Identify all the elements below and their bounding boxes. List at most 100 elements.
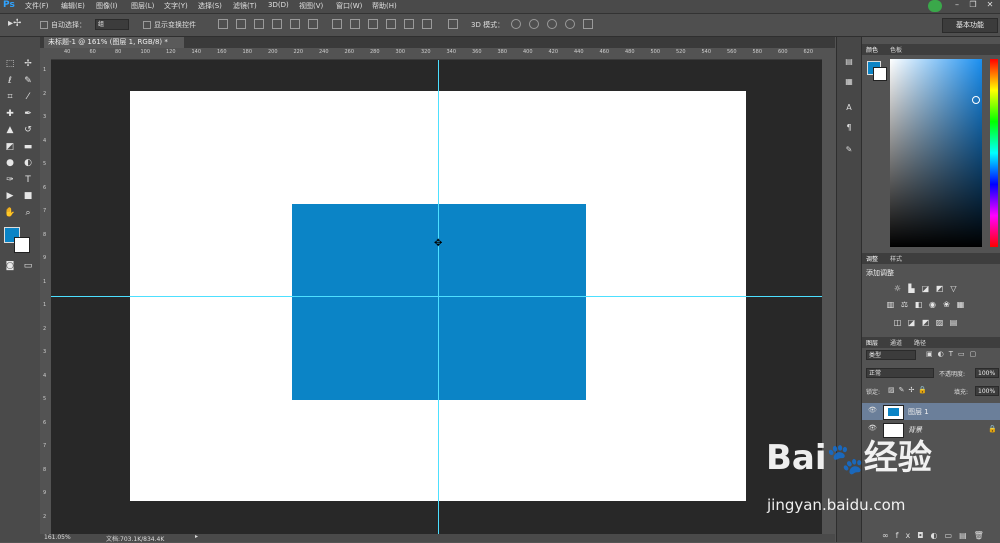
3d-rotate-icon[interactable]	[511, 19, 521, 29]
user-badge-icon[interactable]	[928, 0, 942, 12]
blue-rectangle-layer[interactable]	[292, 204, 586, 400]
character-panel-icon[interactable]: A	[841, 103, 857, 117]
distribute-vcenter-icon[interactable]	[350, 19, 360, 29]
black-white-icon[interactable]: ◧	[914, 300, 923, 309]
menu-edit[interactable]: 编辑(E)	[61, 1, 85, 11]
align-bottom-icon[interactable]	[254, 19, 264, 29]
align-right-icon[interactable]	[308, 19, 318, 29]
curves-icon[interactable]: ◪	[921, 284, 930, 293]
healing-tool-icon[interactable]: ✚	[3, 107, 17, 121]
distribute-bottom-icon[interactable]	[368, 19, 378, 29]
align-top-icon[interactable]	[218, 19, 228, 29]
color-picker-handle-icon[interactable]	[972, 96, 980, 104]
align-hcenter-icon[interactable]	[290, 19, 300, 29]
posterize-icon[interactable]: ◪	[907, 318, 916, 327]
visibility-eye-icon[interactable]: 👁	[868, 406, 877, 414]
invert-icon[interactable]: ◫	[893, 318, 902, 327]
dodge-tool-icon[interactable]: ◐	[21, 156, 35, 170]
paragraph-panel-icon[interactable]: ¶	[841, 123, 857, 137]
panel-background-swatch[interactable]	[873, 67, 887, 81]
hue-saturation-icon[interactable]: ▥	[886, 300, 895, 309]
distribute-right-icon[interactable]	[422, 19, 432, 29]
canvas-area[interactable]: ✥	[51, 60, 822, 534]
distribute-top-icon[interactable]	[332, 19, 342, 29]
menu-layer[interactable]: 图层(L)	[131, 1, 154, 11]
blur-tool-icon[interactable]: ●	[3, 156, 17, 170]
menu-filter[interactable]: 滤镜(T)	[233, 1, 257, 11]
color-lookup-icon[interactable]: ▦	[956, 300, 965, 309]
align-vcenter-icon[interactable]	[236, 19, 246, 29]
3d-slide-icon[interactable]	[565, 19, 575, 29]
tab-channels[interactable]: 通道	[890, 338, 902, 347]
history-brush-tool-icon[interactable]: ↺	[21, 123, 35, 137]
layers-footer-icons[interactable]: ∞fx◘◐▭▤🗑	[882, 531, 991, 540]
background-color-swatch[interactable]	[14, 237, 30, 253]
status-arrow-icon[interactable]: ▸	[195, 533, 198, 540]
lasso-tool-icon[interactable]: ℓ	[3, 74, 17, 88]
hand-tool-icon[interactable]: ✋	[3, 206, 17, 220]
vertical-guide[interactable]	[438, 60, 439, 534]
layer-filter-icons[interactable]: ▣◐T▭▢	[926, 350, 981, 358]
selective-color-icon[interactable]: ▤	[949, 318, 958, 327]
layer-name[interactable]: 图层 1	[908, 407, 929, 417]
tab-styles[interactable]: 样式	[890, 254, 902, 263]
marquee-tool-icon[interactable]: ⬚	[3, 57, 17, 71]
path-select-tool-icon[interactable]: ▶	[3, 189, 17, 203]
menu-select[interactable]: 选择(S)	[198, 1, 222, 11]
threshold-icon[interactable]: ◩	[921, 318, 930, 327]
menu-view[interactable]: 视图(V)	[299, 1, 323, 11]
tab-adjustments[interactable]: 调整	[866, 254, 878, 263]
quick-select-tool-icon[interactable]: ✎	[21, 74, 35, 88]
menu-file[interactable]: 文件(F)	[25, 1, 49, 11]
layer-kind-filter[interactable]: 类型	[866, 350, 916, 360]
zoom-level[interactable]: 161.05%	[44, 534, 71, 541]
opacity-input[interactable]: 100%	[975, 368, 999, 378]
fill-input[interactable]: 100%	[975, 386, 999, 396]
screen-mode-icon[interactable]: ▭	[21, 259, 35, 273]
align-left-icon[interactable]	[272, 19, 282, 29]
menu-type[interactable]: 文字(Y)	[164, 1, 188, 11]
workspace-button[interactable]: 基本功能	[942, 18, 998, 33]
3d-pan-icon[interactable]	[547, 19, 557, 29]
vibrance-icon[interactable]: ▽	[949, 284, 958, 293]
crop-tool-icon[interactable]: ⌗	[3, 90, 17, 104]
brush-tool-icon[interactable]: ✒	[21, 107, 35, 121]
brightness-icon[interactable]: ☼	[893, 284, 902, 293]
lock-icons[interactable]: ▨✎✢🔒	[888, 386, 931, 394]
shape-tool-icon[interactable]: ■	[21, 189, 35, 203]
blend-mode-dropdown[interactable]: 正常	[866, 368, 934, 378]
type-tool-icon[interactable]: T	[21, 173, 35, 187]
layer-row-layer1[interactable]: 👁 图层 1	[862, 403, 1000, 420]
menu-3d[interactable]: 3D(D)	[268, 1, 289, 9]
move-tool-icon[interactable]: ✢	[21, 57, 35, 71]
3d-roll-icon[interactable]	[529, 19, 539, 29]
menu-image[interactable]: 图像(I)	[96, 1, 118, 11]
tab-swatches[interactable]: 色板	[890, 45, 902, 54]
hue-slider[interactable]	[990, 59, 998, 247]
quick-mask-icon[interactable]: ◙	[3, 259, 17, 273]
show-transform-checkbox[interactable]	[143, 21, 151, 29]
menu-help[interactable]: 帮助(H)	[372, 1, 397, 11]
menu-window[interactable]: 窗口(W)	[336, 1, 362, 11]
document-tab[interactable]: 未标题-1 @ 161% (图层 1, RGB/8) *	[44, 37, 184, 48]
distribute-hcenter-icon[interactable]	[404, 19, 414, 29]
close-icon[interactable]: ✕	[983, 0, 997, 10]
eraser-tool-icon[interactable]: ◩	[3, 140, 17, 154]
auto-select-checkbox[interactable]	[40, 21, 48, 29]
horizontal-guide[interactable]	[51, 296, 822, 297]
restore-icon[interactable]: ❐	[966, 0, 980, 10]
channel-mixer-icon[interactable]: ❀	[942, 300, 951, 309]
stamp-tool-icon[interactable]: ▲	[3, 123, 17, 137]
brush-panel-icon[interactable]: ✎	[841, 145, 857, 159]
auto-select-dropdown[interactable]: 组	[95, 19, 129, 30]
eyedropper-tool-icon[interactable]: ⁄	[21, 90, 35, 104]
color-field[interactable]	[890, 59, 982, 247]
zoom-tool-icon[interactable]: ⌕	[21, 206, 35, 220]
tab-layers[interactable]: 图层	[866, 338, 878, 347]
distribute-left-icon[interactable]	[386, 19, 396, 29]
auto-align-icon[interactable]	[448, 19, 458, 29]
exposure-icon[interactable]: ◩	[935, 284, 944, 293]
tab-paths[interactable]: 路径	[914, 338, 926, 347]
photo-filter-icon[interactable]: ◉	[928, 300, 937, 309]
pen-tool-icon[interactable]: ✑	[3, 173, 17, 187]
